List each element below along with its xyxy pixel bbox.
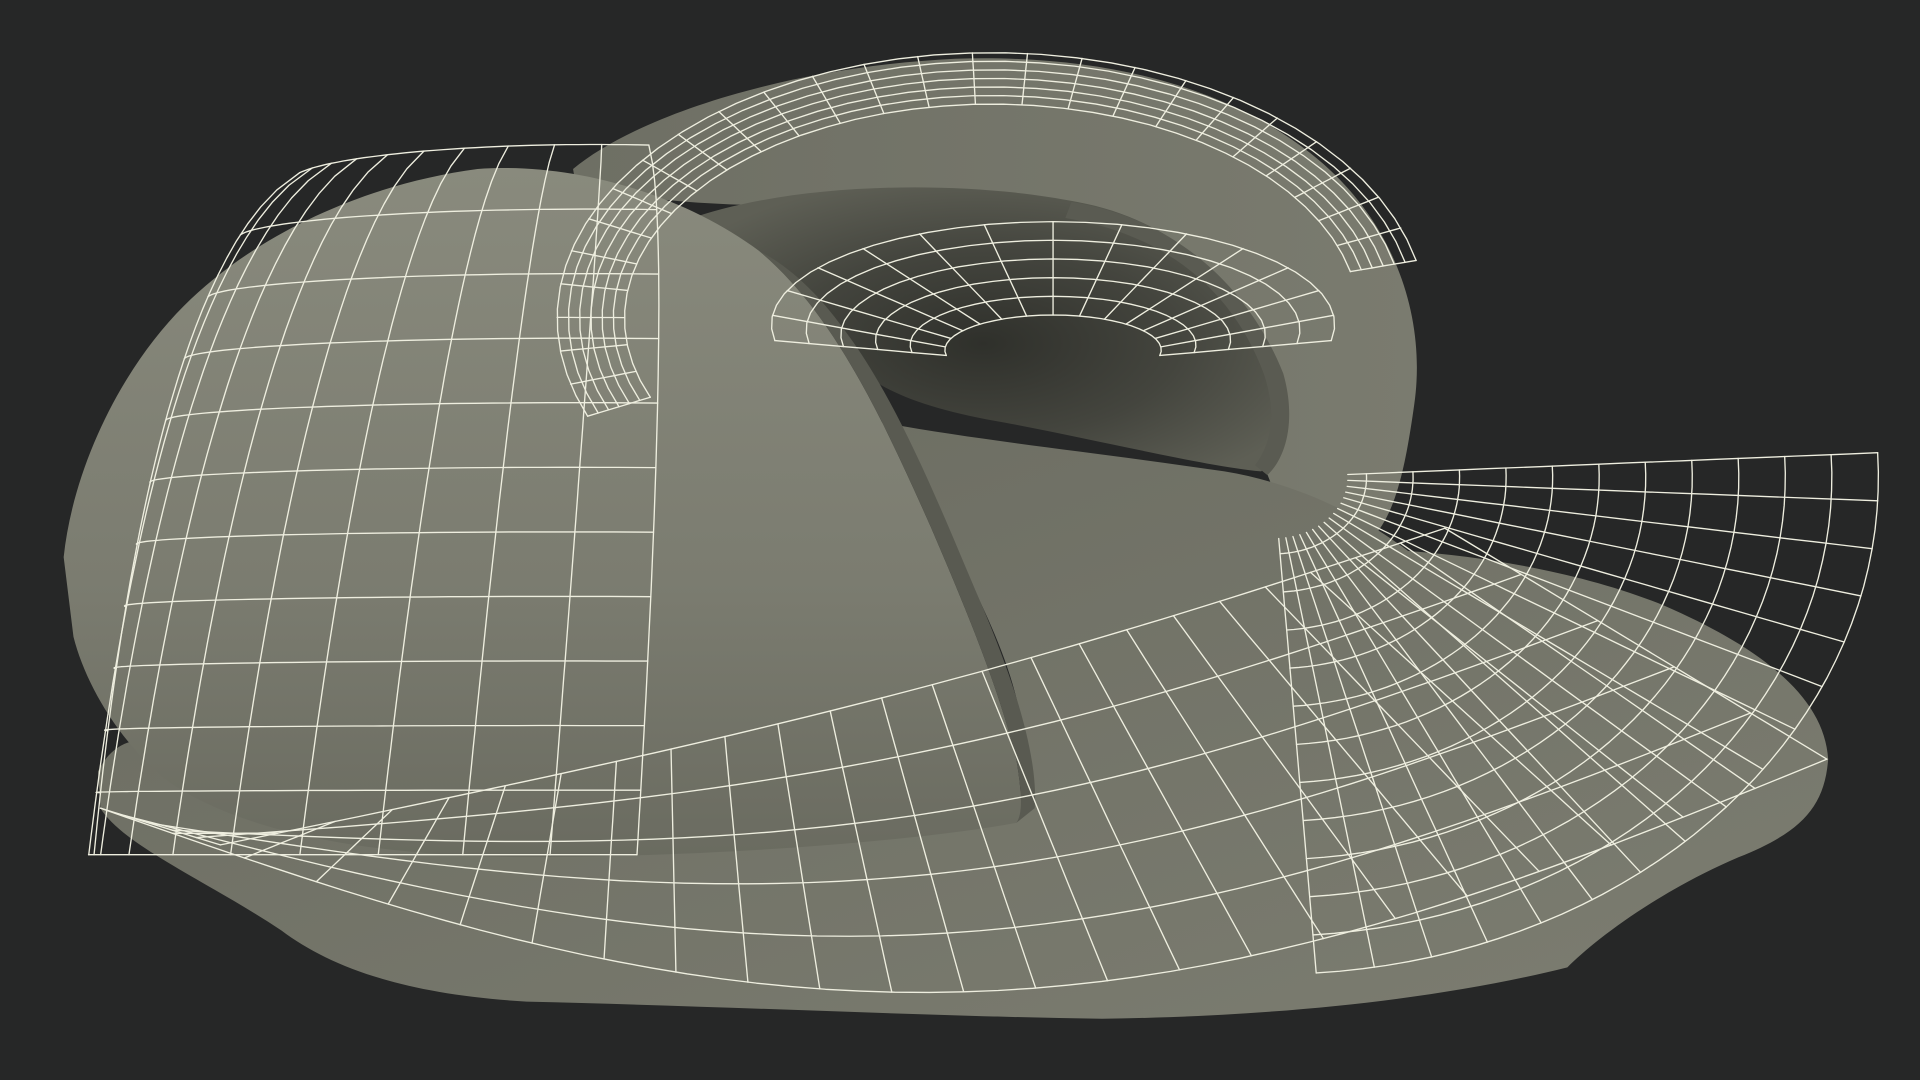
fan-spoke-line — [1347, 452, 1879, 476]
fan-spoke-line — [1346, 485, 1873, 550]
fan-spoke-line — [1347, 479, 1879, 502]
model-viewport[interactable] — [0, 0, 1920, 1080]
wireframe-render — [63, 52, 1880, 1019]
